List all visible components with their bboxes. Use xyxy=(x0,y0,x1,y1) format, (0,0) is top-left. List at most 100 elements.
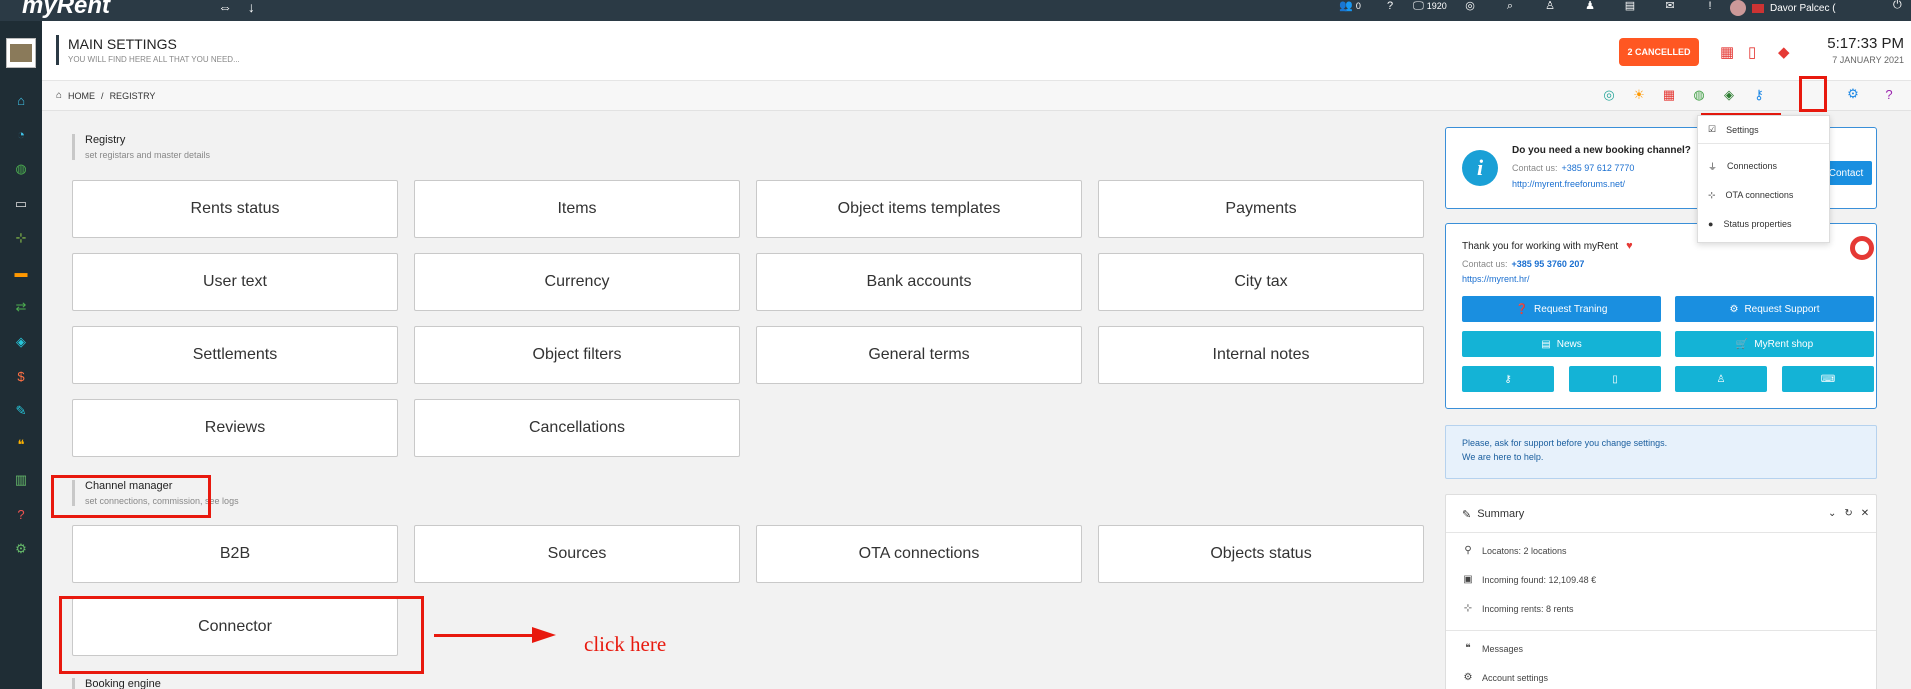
myrent-link[interactable]: https://myrent.hr/ xyxy=(1462,274,1530,284)
summary-incoming-found: Incoming found: 12,109.48 € xyxy=(1482,574,1597,585)
globe-toolbar-icon[interactable]: ◎ xyxy=(1600,87,1618,103)
dropdown-item-connections[interactable]: ⏚ Connections xyxy=(1698,152,1829,180)
sidebar-item-help-icon[interactable]: ? xyxy=(0,501,42,527)
app-logo[interactable]: myRent xyxy=(22,0,110,20)
sitemap-icon: ⊹ xyxy=(1708,189,1716,200)
registry-tile-items[interactable]: Items xyxy=(414,180,740,238)
power-icon[interactable]: ⏻ xyxy=(1893,0,1902,11)
registry-tile-settlements[interactable]: Settlements xyxy=(72,326,398,384)
sidebar-item-rooms-icon[interactable]: ▭ xyxy=(0,191,42,217)
registry-tile-bank-accounts[interactable]: Bank accounts xyxy=(756,253,1082,311)
registry-tile-general-terms[interactable]: General terms xyxy=(756,326,1082,384)
mobile-icon[interactable]: ▯ xyxy=(1748,43,1756,61)
sidebar-item-home-icon[interactable]: ⌂ xyxy=(0,87,42,113)
key-button[interactable]: ⚷ xyxy=(1462,366,1554,392)
home-icon[interactable]: ⌂ xyxy=(56,90,62,101)
sidebar-item-chat-icon[interactable]: ❝ xyxy=(0,432,42,458)
users-icon[interactable]: 👥 0 xyxy=(1330,1,1370,12)
user-icon[interactable]: ♙ xyxy=(1530,1,1570,12)
network-toolbar-icon[interactable]: ◍ xyxy=(1690,87,1708,103)
keyboard-button[interactable]: ⌨ xyxy=(1782,366,1874,392)
dropdown-item-settings[interactable]: ☑ Settings xyxy=(1698,116,1829,144)
calendar-icon[interactable]: ▦ xyxy=(1720,43,1734,61)
sidebar-item-network-icon[interactable]: ⊹ xyxy=(0,225,42,251)
sidebar-item-user-money-icon[interactable]: $ xyxy=(0,363,42,389)
property-logo[interactable] xyxy=(6,38,36,68)
thanks-phone[interactable]: +385 95 3760 207 xyxy=(1512,259,1585,269)
annotation-box-connector xyxy=(59,596,424,674)
key-toolbar-icon[interactable]: ⚷ xyxy=(1750,87,1768,103)
sidebar-item-edit-icon[interactable]: ✎ xyxy=(0,398,42,424)
breadcrumb-home[interactable]: HOME xyxy=(68,91,95,101)
refresh-icon[interactable]: ↻ xyxy=(1844,508,1852,519)
registry-tile-internal-notes[interactable]: Internal notes xyxy=(1098,326,1424,384)
sidebar-item-chart-icon[interactable]: ▥ xyxy=(0,467,42,493)
contact-phone[interactable]: +385 97 612 7770 xyxy=(1562,163,1635,173)
sidebar-item-settings-icon[interactable]: ⚙ xyxy=(0,536,42,562)
chevron-down-icon[interactable]: ⌄ xyxy=(1828,508,1836,519)
user-icon: ♙ xyxy=(1716,373,1726,385)
forum-link[interactable]: http://myrent.freeforums.net/ xyxy=(1512,179,1625,189)
thanks-contact: Contact us: +385 95 3760 207 xyxy=(1462,259,1584,269)
chat-icon[interactable]: ✉ xyxy=(1650,0,1690,12)
book-icon[interactable]: ▤ xyxy=(1610,1,1650,12)
news-button[interactable]: ▤ News xyxy=(1462,331,1661,357)
annotation-arrow-head xyxy=(532,627,556,643)
page-subtitle: YOU WILL FIND HERE ALL THAT YOU NEED... xyxy=(68,55,240,64)
layers-toolbar-icon[interactable]: ◈ xyxy=(1720,87,1738,103)
search-icon[interactable]: ⌕ xyxy=(1490,1,1530,12)
booking-channel-contact: Contact us: +385 97 612 7770 xyxy=(1512,163,1634,173)
arrow-down-icon[interactable]: ↓ xyxy=(248,0,255,15)
channel-tile-b2b[interactable]: B2B xyxy=(72,525,398,583)
sidebar-item-dashboard-icon[interactable]: ◔ xyxy=(0,122,42,148)
request-training-button[interactable]: ❓ Request Traning xyxy=(1462,296,1661,322)
registry-tile-object-items-templates[interactable]: Object items templates xyxy=(756,180,1082,238)
request-support-button[interactable]: ⚙ Request Support xyxy=(1675,296,1874,322)
registry-subtitle: set registars and master details xyxy=(85,150,211,160)
summary-title: Summary xyxy=(1477,508,1525,520)
user-menu[interactable]: Davor Palcec ( xyxy=(1730,0,1836,16)
close-icon[interactable]: ✕ xyxy=(1861,508,1869,519)
summary-incoming-rents-row: ⊹ Incoming rents: 8 rents xyxy=(1462,603,1574,614)
summary-account-row[interactable]: ⚙ Account settings xyxy=(1462,672,1549,683)
dropdown-item-status-properties[interactable]: ● Status properties xyxy=(1698,210,1829,238)
summary-messages-row[interactable]: ❝ Messages xyxy=(1462,643,1523,654)
shop-button[interactable]: 🛒 MyRent shop xyxy=(1675,331,1874,357)
help-circle-icon[interactable]: ? xyxy=(1370,1,1410,12)
registry-tile-user-text[interactable]: User text xyxy=(72,253,398,311)
resize-horizontal-icon[interactable]: ⇔ xyxy=(218,0,232,15)
sidebar-item-globe-icon[interactable]: ◍ xyxy=(0,156,42,182)
booking-engine-heading: Booking engine xyxy=(72,678,161,689)
globe-icon[interactable]: ◎ xyxy=(1450,0,1490,12)
sidebar-item-layers-icon[interactable]: ◈ xyxy=(0,329,42,355)
cancelled-button[interactable]: 2 CANCELLED xyxy=(1619,38,1699,66)
dropdown-item-ota-connections[interactable]: ⊹ OTA connections xyxy=(1698,181,1829,209)
monitor-icon[interactable]: 🖵 1920 xyxy=(1410,1,1450,12)
sidebar-item-transfer-icon[interactable]: ⇄ xyxy=(0,294,42,320)
contact-label: Contact us: xyxy=(1512,163,1558,173)
registry-tile-object-filters[interactable]: Object filters xyxy=(414,326,740,384)
channel-tile-sources[interactable]: Sources xyxy=(414,525,740,583)
summary-title-group: ✎ Summary xyxy=(1462,508,1524,521)
info-icon[interactable]: ! xyxy=(1690,1,1730,12)
help-toolbar-icon[interactable]: ? xyxy=(1880,87,1898,102)
page-title: MAIN SETTINGS xyxy=(68,36,177,52)
registry-tile-city-tax[interactable]: City tax xyxy=(1098,253,1424,311)
mobile-button[interactable]: ▯ xyxy=(1569,366,1661,392)
sidebar-item-car-icon[interactable]: ▬ xyxy=(0,260,42,286)
calendar-toolbar-icon[interactable]: ▦ xyxy=(1660,87,1678,103)
transfer-icon[interactable]: ◆ xyxy=(1778,43,1790,61)
registry-tile-reviews[interactable]: Reviews xyxy=(72,399,398,457)
chat-icon-glyph: ✉ xyxy=(1665,0,1675,12)
registry-tile-rents-status[interactable]: Rents status xyxy=(72,180,398,238)
channel-tile-ota-connections[interactable]: OTA connections xyxy=(756,525,1082,583)
user-group-icon[interactable]: ♟ xyxy=(1570,1,1610,12)
channel-tile-objects-status[interactable]: Objects status xyxy=(1098,525,1424,583)
globe-icon-glyph: ◎ xyxy=(1465,0,1475,12)
sun-toolbar-icon[interactable]: ☀ xyxy=(1630,87,1648,103)
registry-tile-currency[interactable]: Currency xyxy=(414,253,740,311)
registry-tile-payments[interactable]: Payments xyxy=(1098,180,1424,238)
settings-toolbar-icon[interactable]: ⚙ xyxy=(1844,86,1862,102)
registry-tile-cancellations[interactable]: Cancellations xyxy=(414,399,740,457)
user-button[interactable]: ♙ xyxy=(1675,366,1767,392)
